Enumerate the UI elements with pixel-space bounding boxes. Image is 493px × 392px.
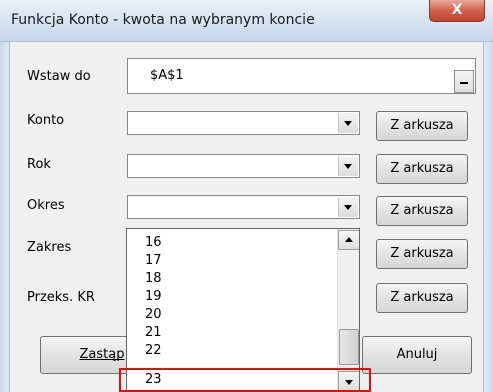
list-item[interactable]: 21: [145, 325, 162, 340]
insert-field[interactable]: $A$1: [127, 58, 476, 94]
list-item[interactable]: 18: [145, 271, 162, 286]
okres-from-sheet-button[interactable]: Z arkusza: [376, 196, 468, 226]
list-item[interactable]: 20: [145, 307, 162, 322]
scrollbar-thumb[interactable]: [339, 329, 359, 365]
insert-field-value: $A$1: [150, 68, 184, 83]
konto-label: Konto: [27, 113, 65, 128]
window-frame-left: [0, 42, 10, 392]
konto-combo[interactable]: [127, 111, 360, 135]
cancel-button-label: Anuluj: [396, 347, 438, 362]
window-title: Funkcja Konto - kwota na wybranym koncie: [11, 12, 315, 28]
list-item[interactable]: 16: [145, 235, 162, 250]
highlight-box: [119, 368, 371, 392]
rok-from-sheet-button[interactable]: Z arkusza: [376, 154, 468, 184]
zakres-from-sheet-button[interactable]: Z arkusza: [376, 239, 468, 269]
insert-label: Wstaw do: [27, 69, 91, 84]
konto-from-sheet-button[interactable]: Z arkusza: [376, 111, 468, 141]
rok-combo[interactable]: [127, 154, 360, 178]
cancel-button[interactable]: Anuluj: [362, 336, 472, 374]
list-item[interactable]: 17: [145, 253, 162, 268]
chevron-down-icon[interactable]: [338, 156, 358, 176]
close-button[interactable]: X: [429, 0, 485, 22]
przeks-label: Przeks. KR: [27, 290, 95, 305]
zakres-label: Zakres: [27, 240, 72, 255]
chevron-down-icon[interactable]: [338, 113, 358, 133]
underscore-icon: [460, 82, 468, 84]
przeks-from-sheet-button[interactable]: Z arkusza: [376, 283, 468, 313]
rok-label: Rok: [27, 157, 51, 172]
window-frame-right: [483, 42, 493, 392]
okres-combo[interactable]: [127, 195, 360, 219]
okres-label: Okres: [27, 198, 65, 213]
list-item[interactable]: 19: [145, 289, 162, 304]
replace-button-label: Zastąp: [79, 347, 125, 362]
list-item[interactable]: 22: [145, 343, 162, 358]
range-picker-button[interactable]: [454, 70, 474, 93]
scroll-up-icon[interactable]: [338, 230, 359, 250]
chevron-down-icon[interactable]: [338, 197, 358, 217]
close-icon: X: [451, 2, 463, 18]
